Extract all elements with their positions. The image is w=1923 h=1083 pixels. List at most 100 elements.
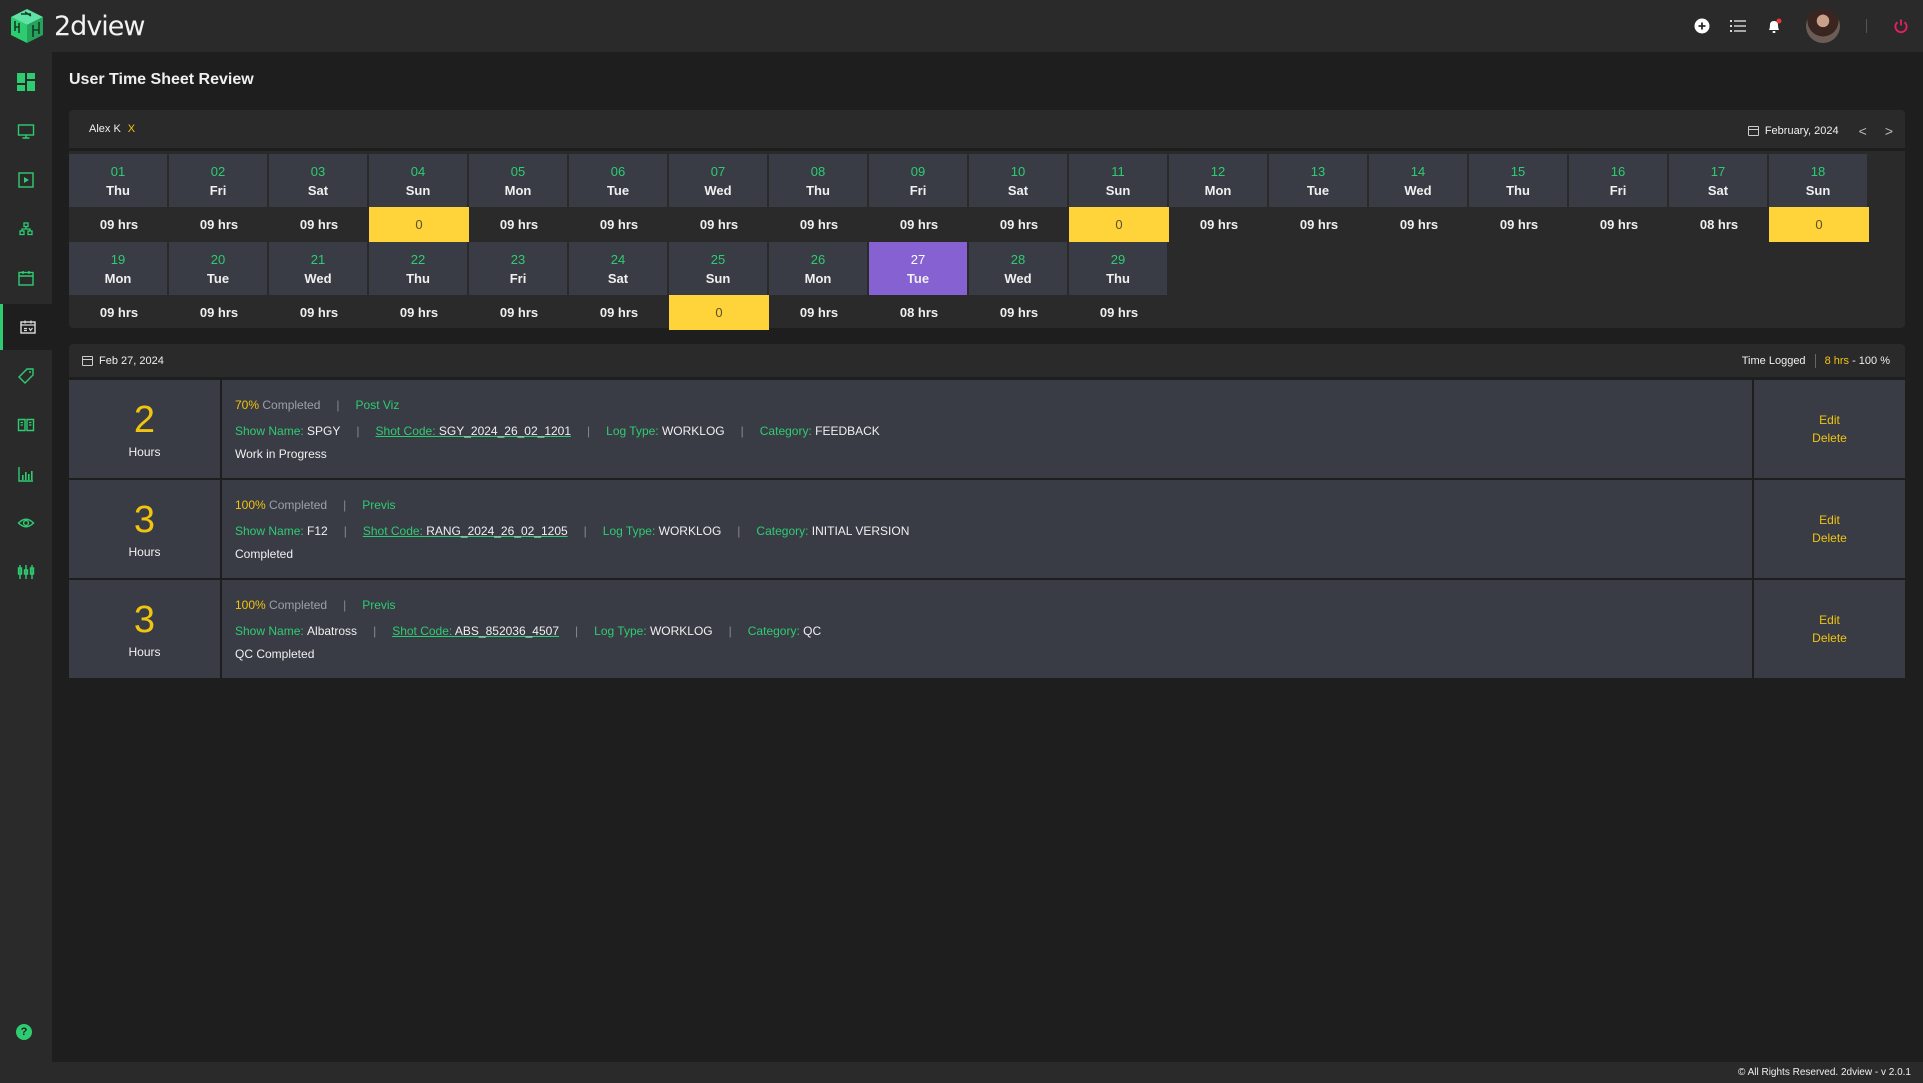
divider: | [356,424,360,438]
calendar-day[interactable]: 08 Thu 09 hrs [769,154,869,242]
calendar-day[interactable]: 06 Tue 09 hrs [569,154,669,242]
edit-button[interactable]: Edit [1819,611,1840,629]
calendar-day[interactable]: 21 Wed 09 hrs [269,242,369,330]
calendar-day[interactable]: 20 Tue 09 hrs [169,242,269,330]
sidebar-item-monitor[interactable] [0,108,52,154]
calendar-day[interactable]: 07 Wed 09 hrs [669,154,769,242]
remove-user-button[interactable]: X [128,123,135,135]
current-month[interactable]: February, 2024 [1765,125,1839,137]
delete-button[interactable]: Delete [1812,629,1847,647]
calendar-day-header[interactable]: 12 Mon [1169,154,1269,207]
calendar-day[interactable]: 25 Sun 0 [669,242,769,330]
calendar-day[interactable]: 24 Sat 09 hrs [569,242,669,330]
notifications-button[interactable] [1756,8,1792,44]
sidebar-item-library[interactable] [0,402,52,448]
sidebar-item-calendar[interactable] [0,255,52,301]
calendar-day-header[interactable]: 26 Mon [769,242,869,295]
sidebar-item-dashboard[interactable] [0,59,52,105]
hours-value: 3 [133,599,156,641]
delete-button[interactable]: Delete [1812,429,1847,447]
edit-button[interactable]: Edit [1819,511,1840,529]
calendar-day-header[interactable]: 24 Sat [569,242,669,295]
calendar-day-header[interactable]: 17 Sat [1669,154,1769,207]
sidebar-item-reports[interactable] [0,451,52,497]
calendar-day-header[interactable]: 27 Tue [869,242,969,295]
sidebar-item-timesheet[interactable] [0,304,52,350]
weekday: Mon [104,270,132,286]
next-month-button[interactable]: > [1885,123,1893,139]
calendar-day[interactable]: 14 Wed 09 hrs [1369,154,1469,242]
calendar-day-header[interactable]: 14 Wed [1369,154,1469,207]
calendar-day[interactable]: 26 Mon 09 hrs [769,242,869,330]
calendar-day-header[interactable]: 10 Sat [969,154,1069,207]
time-logged-label: Time Logged [1741,354,1806,367]
shot-code-link[interactable]: Shot Code: ABS_852036_4507 [392,624,559,638]
calendar-day[interactable]: 03 Sat 09 hrs [269,154,369,242]
logo[interactable]: 2dview [9,7,145,45]
calendar-day[interactable]: 28 Wed 09 hrs [969,242,1069,330]
calendar-day-header[interactable]: 15 Thu [1469,154,1569,207]
show-name-label: Show Name: [235,424,308,438]
calendar-day-header[interactable]: 29 Thu [1069,242,1169,295]
calendar-day-header[interactable]: 21 Wed [269,242,369,295]
calendar-day-header[interactable]: 23 Fri [469,242,569,295]
logout-button[interactable] [1883,8,1919,44]
entry-status: Work in Progress [235,447,327,461]
sidebar-item-media[interactable] [0,157,52,203]
user-avatar[interactable] [1806,9,1840,43]
calendar-day[interactable]: 11 Sun 0 [1069,154,1169,242]
calendar-day-header[interactable]: 11 Sun [1069,154,1169,207]
calendar-day[interactable]: 27 Tue 08 hrs [869,242,969,330]
sidebar-item-tags[interactable] [0,353,52,399]
calendar-day-header[interactable]: 08 Thu [769,154,869,207]
calendar-day-header[interactable]: 13 Tue [1269,154,1369,207]
prev-month-button[interactable]: < [1859,123,1867,139]
calendar-day[interactable]: 17 Sat 08 hrs [1669,154,1769,242]
footer: © All Rights Reserved. 2dview - v 2.0.1 [0,1062,1923,1083]
calendar-day[interactable]: 23 Fri 09 hrs [469,242,569,330]
calendar-day-header[interactable]: 22 Thu [369,242,469,295]
calendar-day-header[interactable]: 01 Thu [69,154,169,207]
add-button[interactable] [1684,8,1720,44]
calendar-day-header[interactable]: 07 Wed [669,154,769,207]
monitor-icon [17,124,35,139]
sidebar-item-settings[interactable] [0,549,52,595]
calendar-day[interactable]: 10 Sat 09 hrs [969,154,1069,242]
calendar-day-header[interactable]: 05 Mon [469,154,569,207]
calendar-grid: 01 Thu 09 hrs 02 Fri 09 hrs 03 Sat 09 hrs 04 Sun 0 0… [69,154,1869,330]
delete-button[interactable]: Delete [1812,529,1847,547]
calendar-day[interactable]: 12 Mon 09 hrs [1169,154,1269,242]
edit-button[interactable]: Edit [1819,411,1840,429]
calendar-day[interactable]: 19 Mon 09 hrs [69,242,169,330]
calendar-day[interactable]: 01 Thu 09 hrs [69,154,169,242]
help-button[interactable]: ? [16,1024,32,1040]
calendar-day[interactable]: 04 Sun 0 [369,154,469,242]
calendar-day[interactable]: 09 Fri 09 hrs [869,154,969,242]
sidebar-item-hierarchy[interactable] [0,206,52,252]
calendar-day-header[interactable]: 04 Sun [369,154,469,207]
calendar-day[interactable]: 05 Mon 09 hrs [469,154,569,242]
calendar-day-header[interactable]: 20 Tue [169,242,269,295]
calendar-day[interactable]: 18 Sun 0 [1769,154,1869,242]
calendar-day[interactable]: 15 Thu 09 hrs [1469,154,1569,242]
calendar-day[interactable]: 02 Fri 09 hrs [169,154,269,242]
calendar-day[interactable]: 29 Thu 09 hrs [1069,242,1169,330]
sidebar-item-review[interactable] [0,500,52,546]
shot-code-link[interactable]: Shot Code: SGY_2024_26_02_1201 [376,424,572,438]
calendar-day-header[interactable]: 06 Tue [569,154,669,207]
log-type-label: Log Type: [602,524,659,538]
task-list-button[interactable] [1720,8,1756,44]
calendar-day-header[interactable]: 09 Fri [869,154,969,207]
calendar-day[interactable]: 16 Fri 09 hrs [1569,154,1669,242]
calendar-day-header[interactable]: 19 Mon [69,242,169,295]
calendar-day[interactable]: 22 Thu 09 hrs [369,242,469,330]
day-number: 02 [210,163,226,179]
calendar-day-header[interactable]: 28 Wed [969,242,1069,295]
calendar-day[interactable]: 13 Tue 09 hrs [1269,154,1369,242]
calendar-day-header[interactable]: 18 Sun [1769,154,1869,207]
calendar-day-header[interactable]: 16 Fri [1569,154,1669,207]
shot-code-link[interactable]: Shot Code: RANG_2024_26_02_1205 [363,524,568,538]
calendar-day-header[interactable]: 25 Sun [669,242,769,295]
calendar-day-header[interactable]: 03 Sat [269,154,369,207]
calendar-day-header[interactable]: 02 Fri [169,154,269,207]
